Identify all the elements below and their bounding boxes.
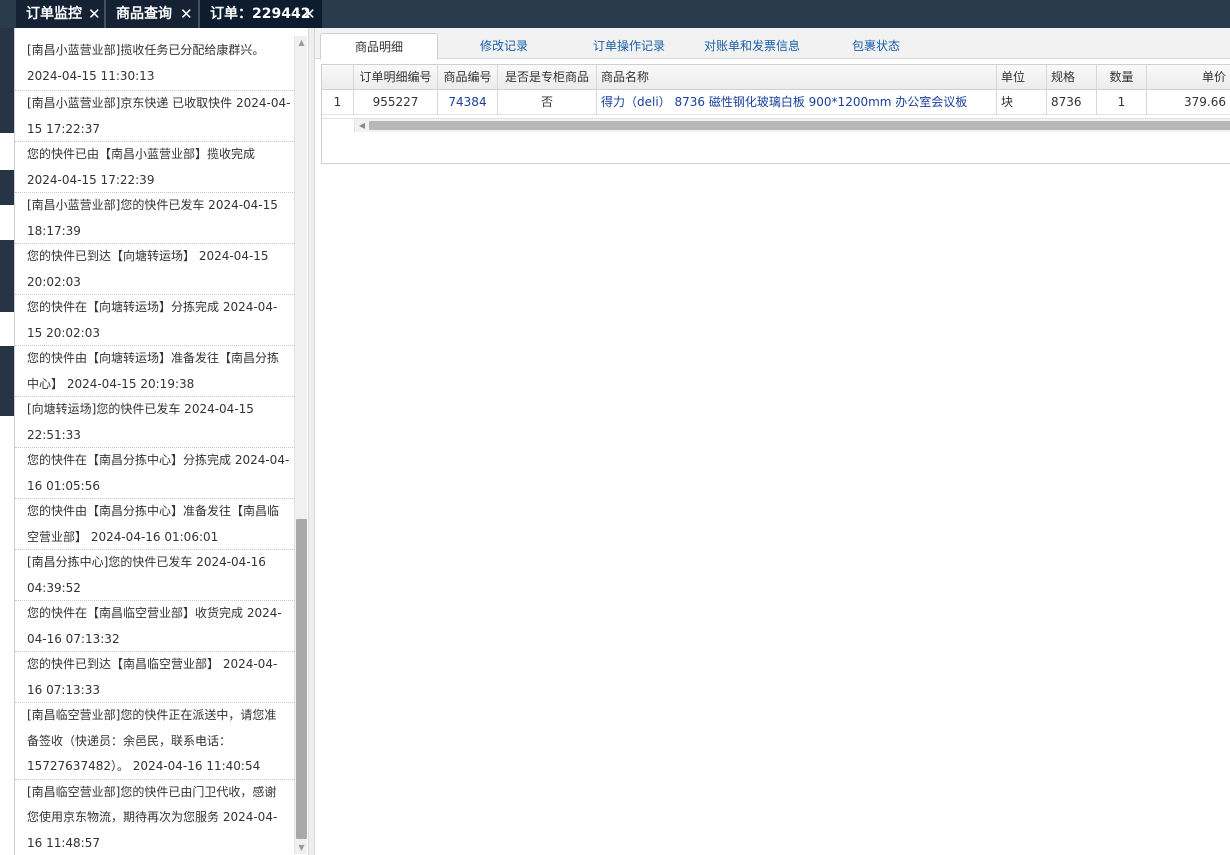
order-detail-panel: 商品明细 修改记录 订单操作记录 对账单和发票信息 包裹状态 订单明细编号 商品… xyxy=(315,28,1230,855)
tracking-text: [南昌小蓝营业部]揽收任务已分配给康群兴。 2024-04-15 11:30:1… xyxy=(27,43,265,83)
counter-cell: 否 xyxy=(498,90,597,115)
column-header-counter[interactable]: 是否是专柜商品 xyxy=(498,65,597,90)
tracking-entry: [南昌临空营业部]您的快件已由门卫代收，感谢 您使用京东物流，期待再次为您服务 … xyxy=(15,780,295,855)
tracking-text: [南昌小蓝营业部]您的快件已发车 2024-04-15 18:17:39 xyxy=(27,198,278,238)
scroll-up-icon[interactable]: ▲ xyxy=(295,36,308,49)
tracking-entry: 您的快件已到达【向塘转运场】 2024-04-15 20:02:03 xyxy=(15,244,295,295)
detail-id-cell: 955227 xyxy=(354,90,438,115)
product-id-link[interactable]: 74384 xyxy=(438,90,498,115)
tab-statement-invoice[interactable]: 对账单和发票信息 xyxy=(694,33,810,59)
product-name-link[interactable]: 得力（deli） 8736 磁性钢化玻璃白板 900*1200mm 办公室会议板 xyxy=(597,90,997,115)
sidebar-block xyxy=(0,240,14,312)
tracking-entry: [南昌小蓝营业部]您的快件已发车 2024-04-15 18:17:39 xyxy=(15,193,295,244)
tracking-entry: 您的快件已到达【南昌临空营业部】 2024-04- 16 07:13:33 xyxy=(15,652,295,703)
tracking-text: [南昌小蓝营业部]京东快递 已收取快件 2024-04- 15 17:22:37 xyxy=(27,96,291,136)
scrollbar-thumb[interactable] xyxy=(296,519,307,839)
tracking-entry: [向塘转运场]您的快件已发车 2024-04-15 22:51:33 xyxy=(15,397,295,448)
tracking-entry: 您的快件在【南昌临空营业部】收货完成 2024- 04-16 07:13:32 xyxy=(15,601,295,652)
scrollbar-corner xyxy=(322,119,355,132)
scrollbar-thumb[interactable] xyxy=(369,121,1230,130)
top-tab-bar: 订单监控 ✕ 商品查询 ✕ 订单：229442 ✕ xyxy=(0,0,1230,28)
tracking-list: [南昌小蓝营业部]揽收任务已分配给康群兴。 2024-04-15 11:30:1… xyxy=(15,38,295,855)
tracking-entry: 您的快件在【向塘转运场】分拣完成 2024-04- 15 20:02:03 xyxy=(15,295,295,346)
tracking-entry: 您的快件已由【南昌小蓝营业部】揽收完成 2024-04-15 17:22:39 xyxy=(15,142,295,193)
tracking-scrollbar[interactable]: ▲ ▼ xyxy=(294,36,307,854)
table-row[interactable]: 1 955227 74384 否 得力（deli） 8736 磁性钢化玻璃白板 … xyxy=(322,90,1230,115)
sidebar-edge xyxy=(0,28,14,855)
tracking-entry: 您的快件由【南昌分拣中心】准备发往【南昌临 空营业部】 2024-04-16 0… xyxy=(15,499,295,550)
column-header-product-name[interactable]: 商品名称 xyxy=(597,65,997,90)
tab-label: 订单监控 xyxy=(26,6,82,22)
tracking-text: 您的快件已到达【南昌临空营业部】 2024-04- 16 07:13:33 xyxy=(27,657,278,697)
tracking-panel[interactable]: [南昌小蓝营业部]揽收任务已分配给康群兴。 2024-04-15 11:30:1… xyxy=(14,28,308,855)
tracking-entry: 您的快件由【向塘转运场】准备发往【南昌分拣 中心】 2024-04-15 20:… xyxy=(15,346,295,397)
column-header-product-id[interactable]: 商品编号 xyxy=(438,65,498,90)
product-grid: 订单明细编号 商品编号 是否是专柜商品 商品名称 单位 规格 数量 单价 1 9… xyxy=(321,64,1230,164)
spec-cell: 8736 xyxy=(1047,90,1097,115)
tracking-entry: [南昌临空营业部]您的快件正在派送中，请您准 备签收（快递员：余邑民，联系电话：… xyxy=(15,703,295,780)
tracking-text: 您的快件由【南昌分拣中心】准备发往【南昌临 空营业部】 2024-04-16 0… xyxy=(27,504,280,544)
quantity-cell: 1 xyxy=(1097,90,1147,115)
column-header-rownum xyxy=(322,65,354,90)
tracking-text: [南昌分拣中心]您的快件已发车 2024-04-16 04:39:52 xyxy=(27,555,266,595)
tracking-text: 您的快件在【南昌临空营业部】收货完成 2024- 04-16 07:13:32 xyxy=(27,606,282,646)
price-cell: 379.66 xyxy=(1147,90,1230,115)
row-number: 1 xyxy=(322,90,354,115)
tracking-entry: [南昌小蓝营业部]京东快递 已收取快件 2024-04- 15 17:22:37 xyxy=(15,91,295,142)
close-icon[interactable]: ✕ xyxy=(180,0,193,28)
column-header-price[interactable]: 单价 xyxy=(1147,65,1230,90)
tracking-text: 您的快件已由【南昌小蓝营业部】揽收完成 2024-04-15 17:22:39 xyxy=(27,147,256,187)
tab-order-monitor[interactable]: 订单监控 ✕ xyxy=(16,0,104,28)
sidebar-block xyxy=(0,170,14,205)
tab-label: 订单：229442 xyxy=(210,6,311,22)
tracking-text: [南昌临空营业部]您的快件已由门卫代收，感谢 您使用京东物流，期待再次为您服务 … xyxy=(27,784,278,850)
tab-order-operations[interactable]: 订单操作记录 xyxy=(579,33,679,59)
grid-horizontal-scrollbar[interactable]: ◀ xyxy=(322,118,1230,132)
scroll-down-icon[interactable]: ▼ xyxy=(295,841,308,854)
scroll-left-icon[interactable]: ◀ xyxy=(355,119,369,132)
tab-product-query[interactable]: 商品查询 ✕ xyxy=(106,0,198,28)
tracking-text: 您的快件由【向塘转运场】准备发往【南昌分拣 中心】 2024-04-15 20:… xyxy=(27,351,280,391)
column-header-spec[interactable]: 规格 xyxy=(1047,65,1097,90)
tracking-entry: 您的快件在【南昌分拣中心】分拣完成 2024-04- 16 01:05:56 xyxy=(15,448,295,499)
unit-cell: 块 xyxy=(997,90,1047,115)
tab-change-log[interactable]: 修改记录 xyxy=(460,33,548,59)
tab-package-status[interactable]: 包裹状态 xyxy=(830,33,922,59)
tab-label: 商品查询 xyxy=(116,6,172,22)
panel-splitter[interactable] xyxy=(308,28,315,855)
column-header-quantity[interactable]: 数量 xyxy=(1097,65,1147,90)
tracking-text: 您的快件已到达【向塘转运场】 2024-04-15 20:02:03 xyxy=(27,249,269,289)
tracking-text: 您的快件在【南昌分拣中心】分拣完成 2024-04- 16 01:05:56 xyxy=(27,453,290,493)
tab-product-detail[interactable]: 商品明细 xyxy=(320,33,438,60)
column-header-unit[interactable]: 单位 xyxy=(997,65,1047,90)
tracking-text: [向塘转运场]您的快件已发车 2024-04-15 22:51:33 xyxy=(27,402,254,442)
close-icon[interactable]: ✕ xyxy=(303,0,316,28)
tracking-entry: [南昌分拣中心]您的快件已发车 2024-04-16 04:39:52 xyxy=(15,550,295,601)
tracking-text: 您的快件在【向塘转运场】分拣完成 2024-04- 15 20:02:03 xyxy=(27,300,278,340)
column-header-detail-id[interactable]: 订单明细编号 xyxy=(354,65,438,90)
detail-tabs: 商品明细 修改记录 订单操作记录 对账单和发票信息 包裹状态 xyxy=(315,28,1230,60)
tab-order-detail[interactable]: 订单：229442 ✕ xyxy=(200,0,322,28)
grid-header: 订单明细编号 商品编号 是否是专柜商品 商品名称 单位 规格 数量 单价 xyxy=(322,65,1230,90)
close-icon[interactable]: ✕ xyxy=(88,0,101,28)
tracking-entry: [南昌小蓝营业部]揽收任务已分配给康群兴。 2024-04-15 11:30:1… xyxy=(15,38,295,91)
tracking-text: [南昌临空营业部]您的快件正在派送中，请您准 备签收（快递员：余邑民，联系电话：… xyxy=(27,708,277,773)
sidebar-block xyxy=(0,28,14,133)
sidebar-block xyxy=(0,346,14,416)
